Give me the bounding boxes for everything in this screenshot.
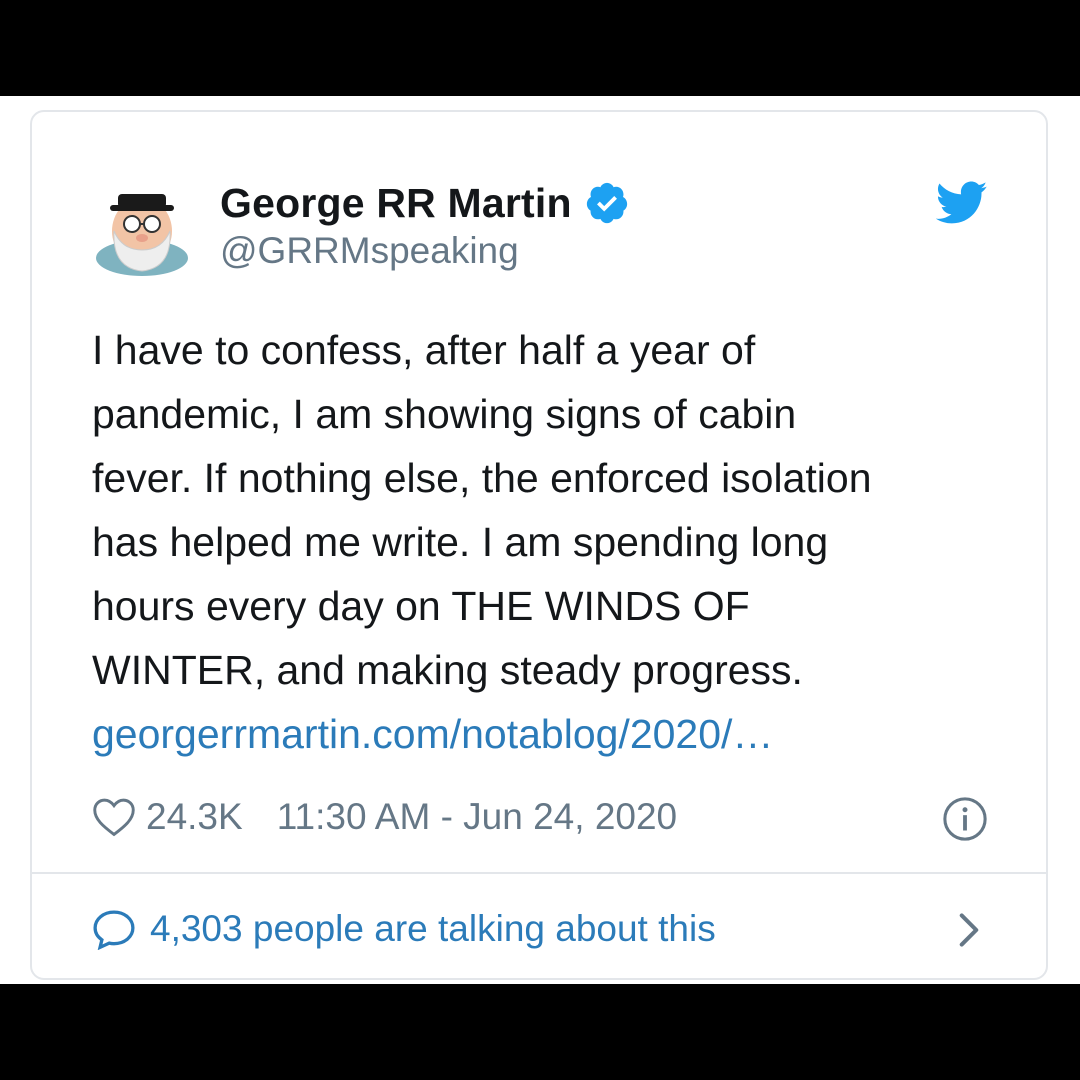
chevron-right-icon[interactable]: [956, 910, 982, 950]
tweet-line: pandemic, I am showing signs of cabin: [92, 391, 797, 437]
tweet-line: hours every day on THE WINDS OF: [92, 583, 750, 629]
conversation-count-text[interactable]: 4,303 people are talking about this: [150, 908, 716, 950]
author-handle[interactable]: @GRRMspeaking: [220, 230, 519, 272]
avatar[interactable]: [92, 176, 192, 276]
like-count[interactable]: 24.3K: [146, 796, 243, 838]
tweet-timestamp[interactable]: 11:30 AM - Jun 24, 2020: [277, 796, 677, 838]
tweet-line: I have to confess, after half a year of: [92, 327, 756, 373]
tweet-meta-row: 24.3K 11:30 AM - Jun 24, 2020: [92, 792, 992, 842]
tweet-text: I have to confess, after half a year of …: [92, 318, 1012, 766]
conversation-link[interactable]: 4,303 people are talking about this: [92, 904, 992, 954]
divider: [32, 872, 1046, 874]
tweet-line: WINTER, and making steady progress.: [92, 647, 803, 693]
tweet-line: has helped me write. I am spending long: [92, 519, 829, 565]
heart-icon[interactable]: [92, 796, 136, 838]
info-icon[interactable]: [942, 796, 988, 842]
speech-bubble-icon: [93, 910, 135, 950]
verified-badge-icon: [586, 182, 627, 224]
tweet-card[interactable]: George RR Martin @GRRMspeaking I have to…: [30, 110, 1048, 980]
author-name-row: George RR Martin: [220, 178, 630, 228]
tweet-line: fever. If nothing else, the enforced iso…: [92, 455, 872, 501]
twitter-bird-icon[interactable]: [936, 180, 988, 226]
display-name[interactable]: George RR Martin: [220, 180, 572, 227]
tweet-link[interactable]: georgerrmartin.com/notablog/2020/…: [92, 702, 1012, 766]
